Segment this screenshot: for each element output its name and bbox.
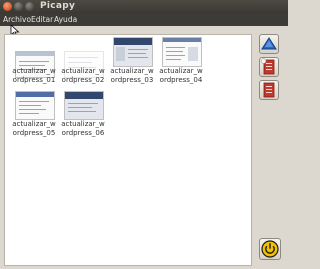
minimize-window-button[interactable] xyxy=(14,2,23,11)
upload-icon xyxy=(261,37,277,50)
title-bar: Picapy xyxy=(0,0,288,14)
thumbnail-caption: actualizar_w ordpress_04 xyxy=(159,67,203,84)
thumbnail-image[interactable] xyxy=(113,37,153,67)
maximize-window-button[interactable] xyxy=(25,2,34,11)
document-button[interactable] xyxy=(259,57,279,77)
thumbnail-caption: actualizar_w ordpress_01 xyxy=(12,67,56,84)
menu-editar[interactable]: Editar xyxy=(31,15,53,24)
window-title: Picapy xyxy=(40,1,76,11)
thumbnail-image[interactable] xyxy=(162,37,202,67)
menu-ayuda[interactable]: Ayuda xyxy=(54,15,77,24)
close-window-button[interactable] xyxy=(3,2,12,11)
document-list-icon xyxy=(263,82,275,98)
thumbnail-caption: actualizar_w ordpress_02 xyxy=(61,67,105,84)
thumbnail-caption: actualizar_w ordpress_05 xyxy=(12,120,56,137)
thumbnail-caption: actualizar_w ordpress_03 xyxy=(110,67,154,84)
image-gallery[interactable]: actualizar_w ordpress_01 actualizar_w ordp… xyxy=(4,34,252,266)
document-red-icon xyxy=(260,58,275,75)
power-button[interactable] xyxy=(259,238,281,260)
thumbnail-image[interactable] xyxy=(15,91,55,120)
upload-button[interactable] xyxy=(259,34,279,54)
power-icon xyxy=(261,240,279,258)
thumbnail-image[interactable] xyxy=(64,91,104,120)
thumbnail-caption: actualizar_w ordpress_06 xyxy=(61,120,105,137)
menu-bar: Archivo Editar Ayuda xyxy=(0,14,288,26)
document-list-button[interactable] xyxy=(259,80,279,100)
menu-archivo[interactable]: Archivo xyxy=(3,15,31,24)
